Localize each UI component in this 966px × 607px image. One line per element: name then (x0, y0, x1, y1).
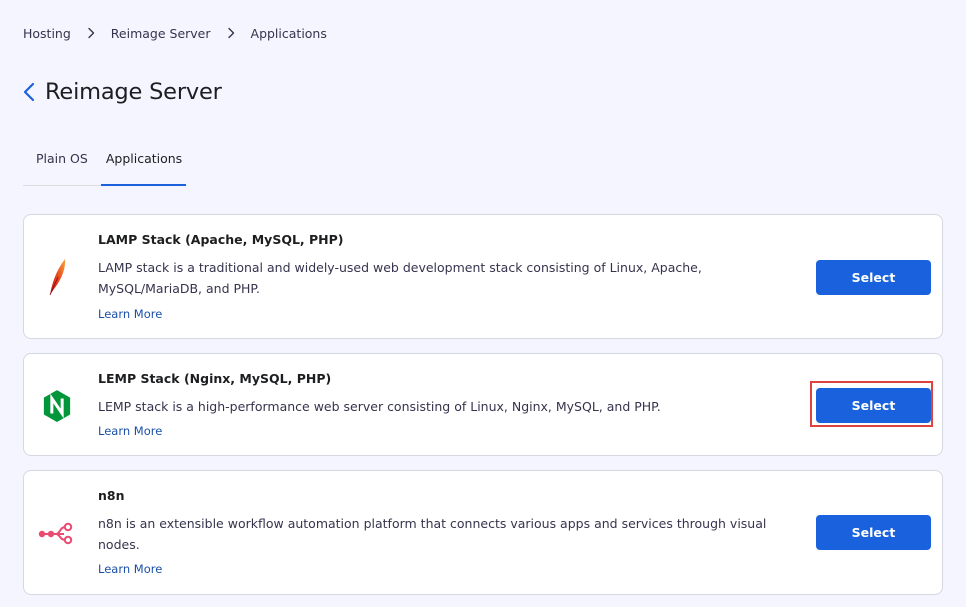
breadcrumb-applications: Applications (250, 25, 327, 41)
chevron-left-icon (23, 82, 35, 102)
learn-more-link[interactable]: Learn More (98, 424, 162, 438)
breadcrumb-reimage-server[interactable]: Reimage Server (111, 26, 211, 41)
app-description: LAMP stack is a traditional and widely-u… (98, 260, 702, 296)
tab-bar: Plain OS Applications (23, 140, 187, 186)
nginx-logo-icon (42, 386, 72, 426)
learn-more-link[interactable]: Learn More (98, 307, 162, 321)
app-title: LEMP Stack (Nginx, MySQL, PHP) (98, 371, 332, 386)
back-button[interactable] (22, 78, 38, 106)
apache-feather-icon (42, 257, 72, 297)
n8n-logo-icon (38, 513, 76, 553)
chevron-right-icon (227, 27, 234, 39)
tab-plain-os[interactable]: Plain OS (23, 140, 101, 186)
app-title: LAMP Stack (Apache, MySQL, PHP) (98, 232, 344, 247)
app-card-n8n: n8n n8n is an extensible workflow automa… (23, 470, 943, 595)
app-title: n8n (98, 488, 125, 503)
page-header: Reimage Server (22, 78, 222, 106)
app-description: LEMP stack is a high-performance web ser… (98, 399, 661, 414)
app-description: n8n is an extensible workflow automation… (98, 516, 767, 552)
select-button[interactable]: Select (816, 515, 931, 550)
learn-more-link[interactable]: Learn More (98, 562, 162, 576)
select-button[interactable]: Select (816, 260, 931, 295)
breadcrumb: Hosting Reimage Server Applications (23, 25, 327, 41)
page-title: Reimage Server (45, 79, 222, 105)
chevron-right-icon (88, 27, 94, 39)
breadcrumb-hosting[interactable]: Hosting (23, 26, 71, 41)
select-button[interactable]: Select (816, 388, 931, 423)
app-card-lamp: LAMP Stack (Apache, MySQL, PHP) LAMP sta… (23, 214, 943, 339)
app-card-lemp: LEMP Stack (Nginx, MySQL, PHP) LEMP stac… (23, 353, 943, 456)
tab-applications[interactable]: Applications (100, 140, 187, 186)
